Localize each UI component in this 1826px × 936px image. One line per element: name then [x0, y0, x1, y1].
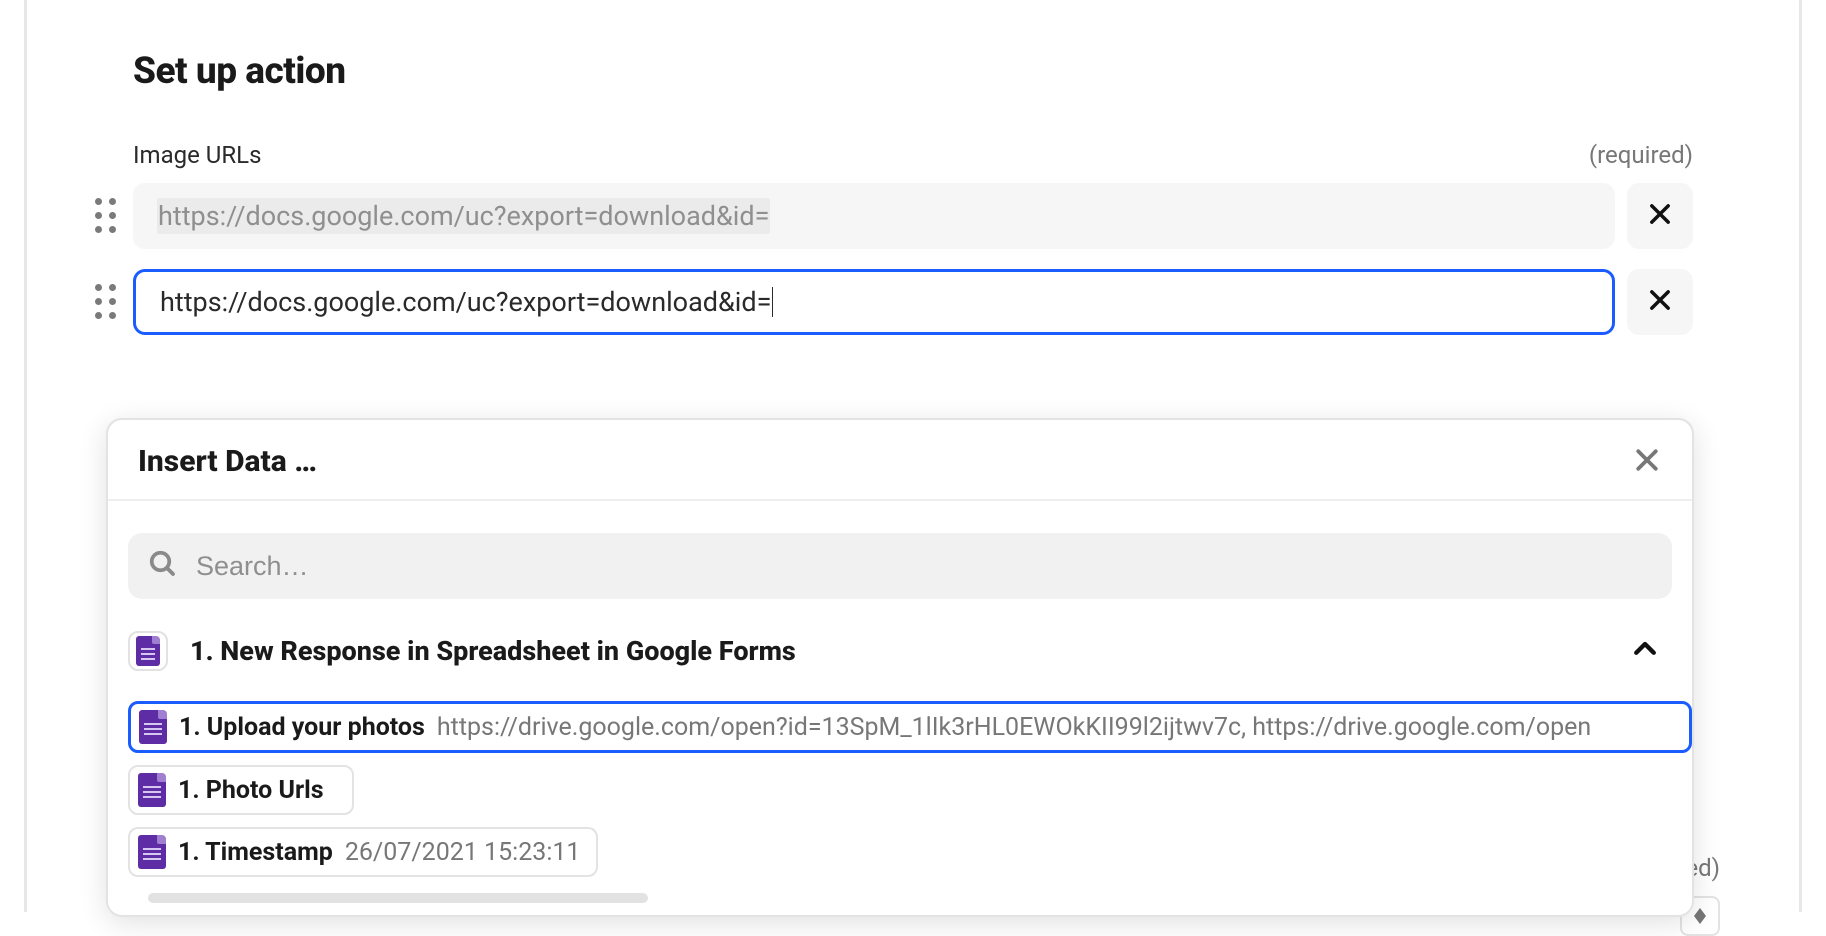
search-box [128, 533, 1672, 599]
field-label: Image URLs [133, 141, 261, 169]
dropdown-title: Insert Data … [138, 444, 317, 479]
horizontal-scrollbar[interactable] [148, 893, 648, 903]
url-input[interactable]: https://docs.google.com/uc?export=downlo… [133, 269, 1615, 335]
field-option-value: 26/07/2021 15:23:11 [345, 838, 581, 867]
drag-handle-icon[interactable] [93, 284, 119, 320]
chevron-up-icon [1630, 634, 1660, 668]
google-forms-icon [128, 631, 168, 671]
url-input-row: https://docs.google.com/uc?export=downlo… [133, 183, 1693, 249]
google-forms-icon [139, 710, 167, 744]
url-input-row: https://docs.google.com/uc?export=downlo… [133, 269, 1693, 335]
field-option-label: 1. Timestamp [178, 838, 333, 867]
data-field-option[interactable]: 1. Upload your photos https://drive.goog… [128, 701, 1692, 753]
search-wrap [108, 501, 1692, 599]
url-input-value: https://docs.google.com/uc?export=downlo… [157, 198, 770, 234]
panel-border-right [1799, 0, 1802, 912]
section-title: Set up action [133, 50, 1693, 93]
data-group-row[interactable]: 1. New Response in Spreadsheet in Google… [108, 599, 1692, 695]
close-icon [1646, 286, 1674, 318]
field-option-label: 1. Photo Urls [178, 776, 324, 805]
close-icon [1632, 460, 1662, 479]
data-field-option[interactable]: 1. Timestamp 26/07/2021 15:23:11 [128, 827, 598, 877]
search-input[interactable] [196, 551, 1652, 582]
remove-input-button[interactable] [1627, 183, 1693, 249]
close-dropdown-button[interactable] [1632, 445, 1662, 479]
google-forms-icon [138, 835, 166, 869]
dropdown-header: Insert Data … [108, 420, 1692, 501]
field-option-label: 1. Upload your photos [179, 713, 425, 742]
url-input[interactable]: https://docs.google.com/uc?export=downlo… [133, 183, 1615, 249]
insert-data-dropdown: Insert Data … 1. New Response in Spreads… [106, 418, 1694, 917]
search-icon [148, 549, 178, 583]
data-field-option[interactable]: 1. Photo Urls [128, 765, 354, 815]
close-icon [1646, 200, 1674, 232]
field-header: Image URLs (required) [133, 141, 1693, 169]
google-forms-icon [138, 773, 166, 807]
field-items-list: 1. Upload your photos https://drive.goog… [108, 695, 1692, 915]
field-required: (required) [1589, 141, 1693, 169]
field-option-value: https://drive.google.com/open?id=13SpM_1… [437, 713, 1591, 742]
drag-handle-icon[interactable] [93, 198, 119, 234]
url-input-value: https://docs.google.com/uc?export=downlo… [160, 286, 771, 318]
data-group-title: 1. New Response in Spreadsheet in Google… [190, 635, 1608, 667]
remove-input-button[interactable] [1627, 269, 1693, 335]
